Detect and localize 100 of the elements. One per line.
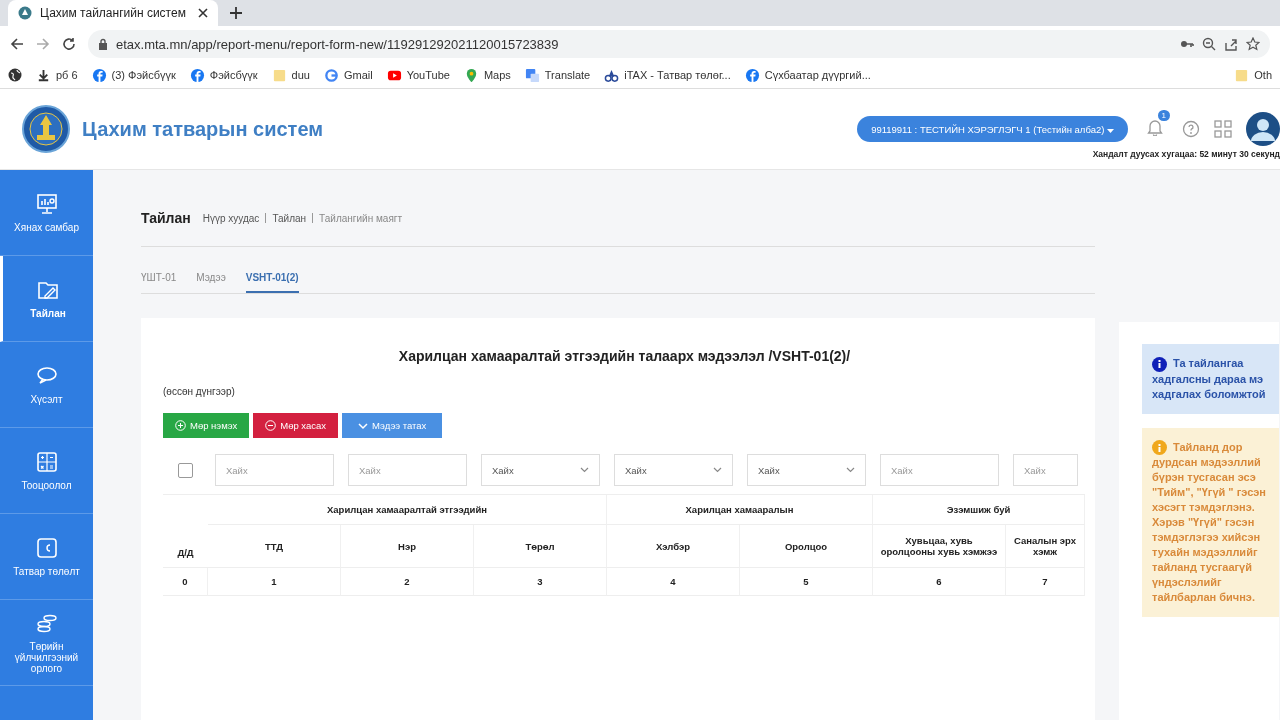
plus-circle-icon [175,420,186,431]
bookmark[interactable]: рб 6 [36,67,78,83]
notice-line: Та тайлангаа [1173,357,1244,369]
notice-line: бүрэн тусгасан эсэ [1152,471,1256,484]
download-icon [36,67,51,83]
table-cell: 2 [341,568,474,596]
back-icon[interactable] [10,37,24,51]
table-cell: 1 [208,568,341,596]
report-tab[interactable]: ҮШТ-01 [141,271,177,293]
bookmark[interactable]: Maps [463,67,511,83]
table-cell: 0 [163,568,208,596]
table-cell: 5 [740,568,873,596]
bookmark[interactable]: Gmail [323,67,373,83]
group-header: Харилцан хамааралын [607,495,873,525]
sidebar-label: Хянах самбар [14,222,79,233]
address-bar[interactable]: etax.mta.mn/app/report-menu/report-form-new/119291292021120015723839 [88,30,1270,58]
zoom-icon[interactable] [1202,37,1216,51]
notice-line: дурдсан мэдээллий [1152,456,1261,469]
group-header: Харилцан хамааралтай этгээдийн [208,495,607,525]
translate-icon [524,67,540,83]
help-icon[interactable] [1182,120,1200,138]
breadcrumb-link[interactable]: Тайлангийн маягт [319,212,403,224]
chevron-icon [713,467,722,473]
notice-line: тэмдэглэгээ хийсэн [1152,530,1261,543]
chevron-icon [846,467,855,473]
star-icon[interactable] [1246,37,1260,51]
report-tab[interactable]: VSHT-01(2) [245,271,299,293]
avatar-icon[interactable] [1246,112,1280,146]
close-icon[interactable] [198,8,208,18]
report-tab[interactable]: Мэдээ [196,271,226,293]
facebook-icon [189,67,205,83]
form-subtitle: (өссөн дүнгээр) [163,386,236,397]
filter-field[interactable]: Хайх [880,454,999,486]
sidebar-label: Тооцоолол [21,480,72,491]
info-icon [1152,440,1167,456]
reload-icon[interactable] [62,37,76,51]
column-header: Хувьцаа, хувь оролцооны хувь хэмжээ [873,525,1006,568]
filter-field[interactable]: Хайх [1013,454,1078,486]
facebook-icon [91,67,107,83]
notice-line: Хэрэв "Үгүй" гэсэн [1152,515,1255,528]
table-cell: 4 [607,568,740,596]
chevron-icon [358,421,369,430]
bookmark[interactable]: iTAX - Татвар төлөг... [604,67,731,83]
filter-dropdown[interactable]: Хайх [614,454,733,486]
folder-icon [1234,67,1250,83]
column-header: Төрөл [474,525,607,568]
page-title: Тайлан [141,210,191,226]
globe-icon[interactable] [8,68,22,82]
sidebar-item[interactable]: Тайлан [0,256,93,342]
sidebar-icon [34,192,59,216]
sidebar-label: Хүсэлт [30,394,63,405]
lock-icon [98,38,108,50]
column-header: Хэлбэр [607,525,740,568]
notice-line: тайланд тусгаагүй [1152,560,1252,573]
column-header: Саналын эрх хэмж [1006,525,1085,568]
bell-icon[interactable] [1146,118,1164,136]
browser-tab[interactable]: Цахим тайлангийн систем [8,0,218,26]
user-menu-button[interactable]: 99119911 : ТЕСТИЙН ХЭРЭГЛЭГЧ 1 (Тестийн алба2) [857,116,1128,142]
table-cell: 6 [873,568,1006,596]
notification-badge: 1 [1157,110,1170,121]
bookmark[interactable]: Сүхбаатар дүүргий... [744,67,871,83]
bookmark-folder[interactable]: Oth [1234,67,1272,83]
share-icon[interactable] [1224,37,1238,51]
filter-field[interactable]: Хайх [348,454,467,486]
column-header: Оролцоо [740,525,873,568]
facebook-icon [744,67,760,83]
select-all-checkbox[interactable] [178,462,193,478]
site-icon [18,6,32,20]
column-header: ТТД [208,525,341,568]
form-title: Харилцан хамааралтай этгээдийн талаарх мэдээлэл /VSHT-01(2)/ [397,348,852,364]
sidebar-label: Тайлан [30,308,66,319]
itax-icon [604,67,620,83]
sidebar-label: Төрийн үйлчилгээний орлого [13,641,80,674]
notice-line: тухайн мэдээллийг [1152,545,1258,558]
sidebar-label: Татвар төлөлт [13,566,80,577]
folder-icon [271,67,287,83]
table-cell: 7 [1006,568,1085,596]
notice-line: үндэслэлийг [1152,575,1222,588]
app-title: Цахим татварын систем [82,117,325,141]
column-header: Д/Д [163,495,208,568]
session-timer: Хандалт дуусах хугацаа: 52 минут 30 секунд [1092,149,1280,159]
chevron-icon [580,467,589,473]
bookmark[interactable]: duu [271,67,310,83]
google-icon [323,67,339,83]
breadcrumb-link[interactable]: Тайлан [272,212,307,224]
bookmark[interactable]: Фэйсбүүк [189,67,258,83]
filter-field[interactable]: Хайх [215,454,334,486]
column-header: Нэр [341,525,474,568]
url-text: etax.mta.mn/app/report-menu/report-form-new/119291292021120015723839 [116,36,559,52]
notice-line: Тайланд дор [1173,440,1243,453]
breadcrumb-link[interactable]: Нүүр хуудас [202,212,260,224]
bookmark[interactable]: Translate [524,67,591,83]
remove-row-button[interactable]: Мөр хасах [253,413,339,438]
bookmark[interactable]: YouTube [386,67,450,83]
filter-dropdown[interactable]: Хайх [747,454,866,486]
filter-dropdown[interactable]: Хайх [481,454,600,486]
table-cell: 3 [474,568,607,596]
notice-line: хэсэгт тэмдэглэнэ. [1152,500,1255,513]
bookmark[interactable]: (3) Фэйсбүүк [91,67,176,83]
sidebar-icon [34,450,59,474]
